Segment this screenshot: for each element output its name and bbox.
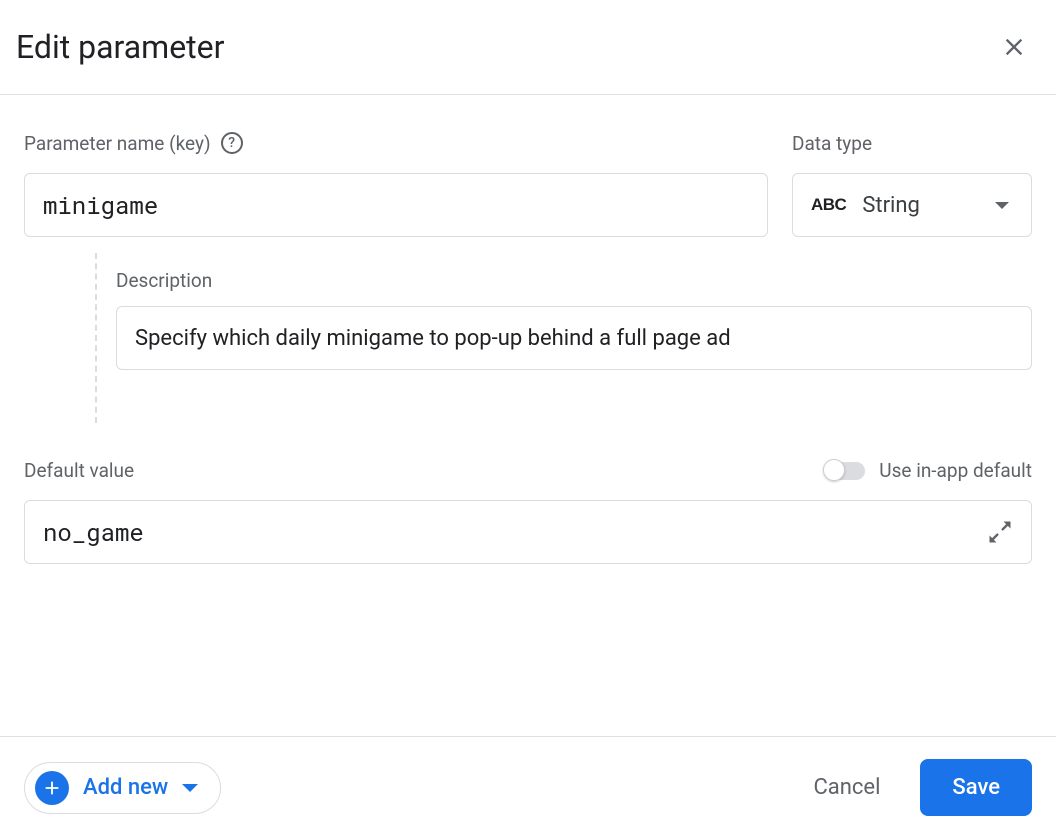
data-type-select[interactable]: ABC String xyxy=(792,173,1032,237)
use-in-app-default-label: Use in-app default xyxy=(879,459,1032,482)
description-section: Description xyxy=(24,249,1032,423)
default-value-label: Default value xyxy=(24,459,134,482)
description-content: Description xyxy=(116,249,1032,423)
default-value-input-wrap xyxy=(24,500,1032,564)
plus-icon xyxy=(35,771,69,805)
use-in-app-default-wrap: Use in-app default xyxy=(825,459,1032,482)
string-type-icon: ABC xyxy=(811,195,846,215)
dialog-body: Parameter name (key) ? Data type ABC Str… xyxy=(0,95,1056,736)
parameter-name-input[interactable] xyxy=(24,173,768,237)
parameter-name-label-row: Parameter name (key) ? xyxy=(24,131,768,155)
edit-parameter-dialog: Edit parameter Parameter name (key) ? Da… xyxy=(0,0,1056,838)
default-value-header: Default value Use in-app default xyxy=(24,459,1032,482)
data-type-group: Data type ABC String xyxy=(792,131,1032,237)
data-type-value: String xyxy=(862,193,979,218)
use-in-app-default-toggle[interactable] xyxy=(825,462,865,480)
help-icon[interactable]: ? xyxy=(221,132,243,154)
close-icon[interactable] xyxy=(1000,33,1028,61)
add-new-button[interactable]: Add new xyxy=(24,762,221,814)
expand-icon[interactable] xyxy=(986,518,1014,546)
cancel-button[interactable]: Cancel xyxy=(801,765,892,810)
name-type-row: Parameter name (key) ? Data type ABC Str… xyxy=(24,131,1032,237)
tree-connector xyxy=(24,249,116,423)
data-type-label: Data type xyxy=(792,132,872,155)
description-input[interactable] xyxy=(116,306,1032,370)
dialog-header: Edit parameter xyxy=(0,0,1056,95)
data-type-label-row: Data type xyxy=(792,131,1032,155)
parameter-name-group: Parameter name (key) ? xyxy=(24,131,768,237)
default-value-input[interactable] xyxy=(24,500,1032,564)
add-new-label: Add new xyxy=(83,775,168,800)
save-button[interactable]: Save xyxy=(920,759,1032,816)
dialog-title: Edit parameter xyxy=(16,28,224,66)
description-label: Description xyxy=(116,269,1032,292)
chevron-down-icon xyxy=(995,202,1009,209)
footer-actions: Cancel Save xyxy=(801,759,1032,816)
chevron-down-icon xyxy=(182,784,198,792)
default-value-section: Default value Use in-app default xyxy=(24,459,1032,564)
toggle-knob xyxy=(823,459,845,481)
dialog-footer: Add new Cancel Save xyxy=(0,736,1056,838)
parameter-name-label: Parameter name (key) xyxy=(24,132,211,155)
